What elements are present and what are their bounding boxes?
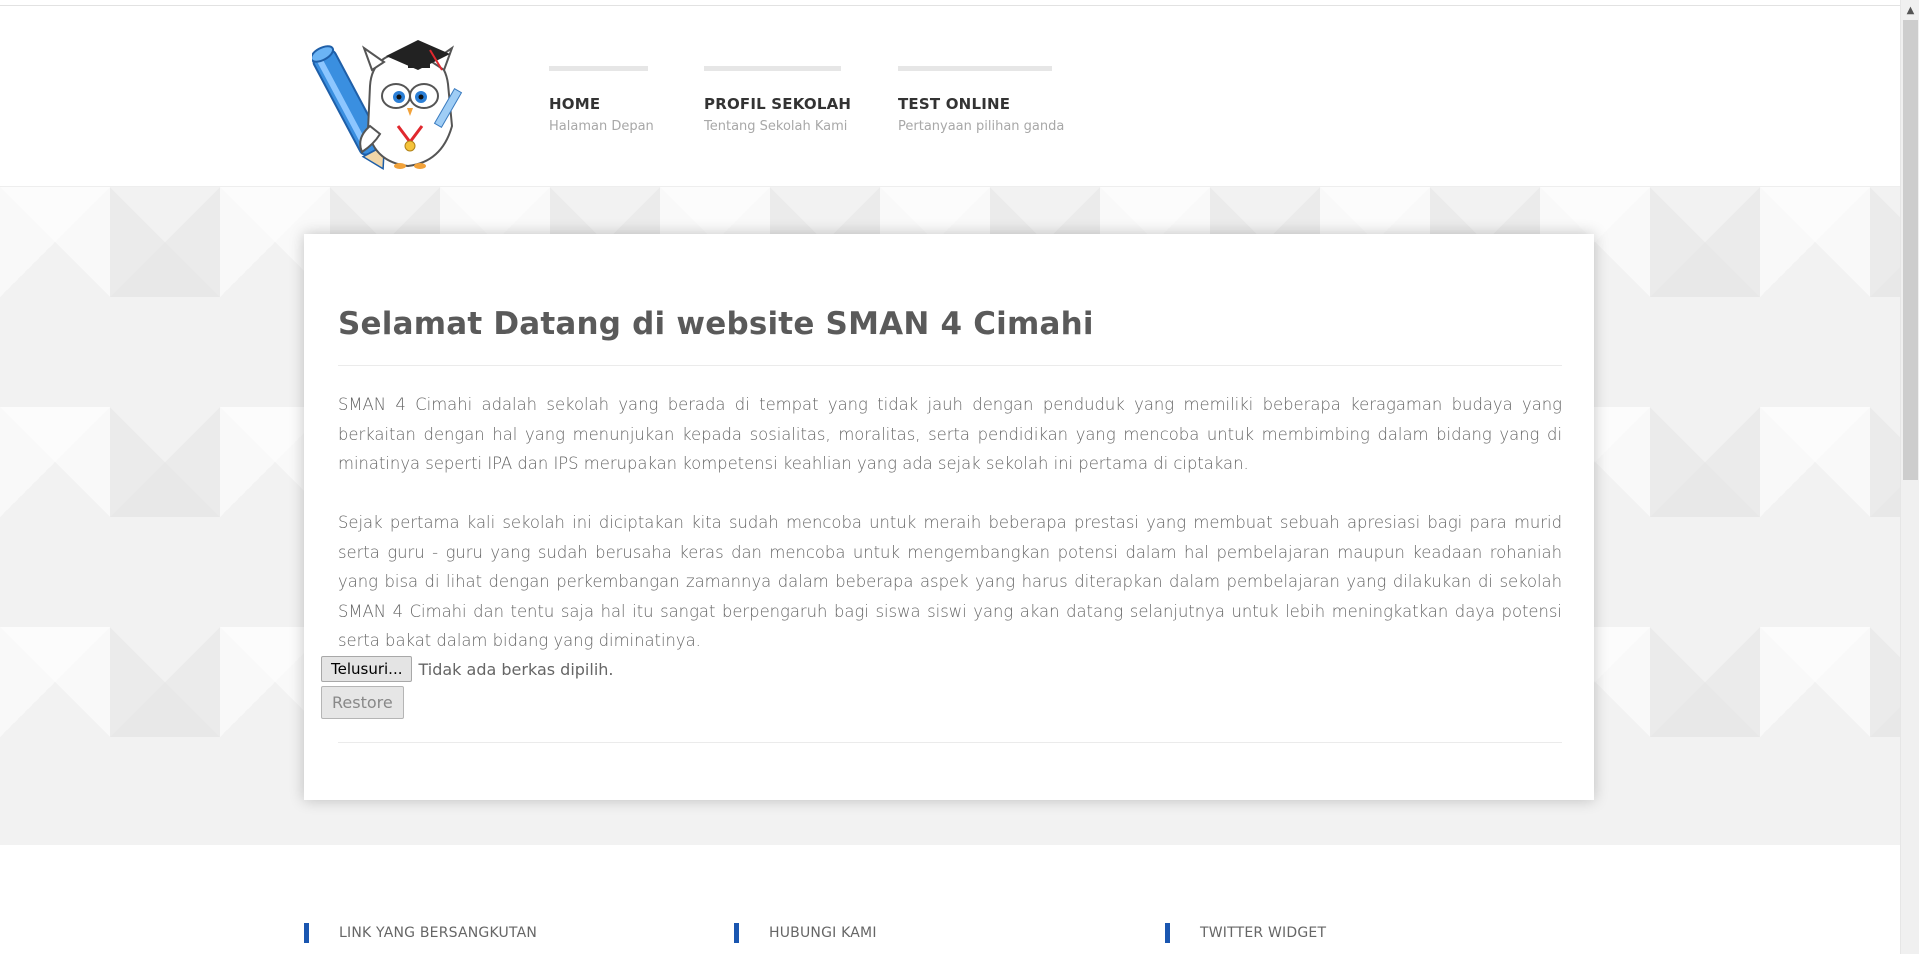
page: HOME Halaman Depan PROFIL SEKOLAH Tentan… [0, 0, 1919, 954]
footer-contact-label: HUBUNGI KAMI [769, 925, 877, 941]
nav-profil-subtitle: Tentang Sekolah Kami [704, 119, 848, 134]
scroll-up-icon[interactable]: ▲ [1901, 2, 1919, 19]
page-title: Selamat Datang di website SMAN 4 Cimahi [338, 306, 1094, 342]
site-header: HOME Halaman Depan PROFIL SEKOLAH Tentan… [0, 6, 1900, 187]
restore-button[interactable]: Restore [321, 686, 404, 719]
intro-paragraph: SMAN 4 Cimahi adalah sekolah yang berada… [338, 395, 1562, 473]
footer-twitter-heading: TWITTER WIDGET [1165, 923, 1326, 943]
footer-twitter-label: TWITTER WIDGET [1200, 925, 1327, 941]
footer-links-label: LINK YANG BERSANGKUTAN [339, 925, 538, 941]
content-card: Selamat Datang di website SMAN 4 Cimahi … [304, 234, 1594, 800]
nav-test-bar [898, 66, 1052, 71]
nav-home-bar [549, 66, 648, 71]
footer-links-heading: LINK YANG BERSANGKUTAN [304, 923, 537, 943]
nav-home[interactable]: HOME Halaman Depan [549, 66, 654, 134]
heading-accent-bar [304, 923, 309, 943]
nav-home-title: HOME [549, 95, 601, 113]
scrollbar-thumb[interactable] [1903, 20, 1918, 480]
school-logo[interactable] [310, 26, 474, 171]
heading-accent-bar [1165, 923, 1170, 943]
file-input: Telusuri... Tidak ada berkas dipilih. [321, 656, 613, 682]
browse-file-button[interactable]: Telusuri... [321, 656, 413, 682]
nav-profil-bar [704, 66, 841, 71]
heading-accent-bar [734, 923, 739, 943]
nav-test-online[interactable]: TEST ONLINE Pertanyaan pilihan ganda [898, 66, 1064, 134]
footer-contact-heading: HUBUNGI KAMI [734, 923, 877, 943]
vertical-scrollbar[interactable]: ▲ [1900, 0, 1919, 954]
history-paragraph: Sejak pertama kali sekolah ini diciptaka… [338, 513, 1562, 650]
nav-profil-sekolah[interactable]: PROFIL SEKOLAH Tentang Sekolah Kami [704, 66, 851, 134]
nav-home-subtitle: Halaman Depan [549, 119, 654, 134]
title-divider [338, 365, 1562, 366]
nav-test-subtitle: Pertanyaan pilihan ganda [898, 119, 1065, 134]
owl-mascot-icon [310, 40, 463, 171]
file-status-text: Tidak ada berkas dipilih. [418, 659, 614, 679]
content-divider [338, 742, 1562, 743]
nav-profil-title: PROFIL SEKOLAH [704, 95, 852, 113]
site-footer: LINK YANG BERSANGKUTAN HUBUNGI KAMI TWIT… [0, 845, 1900, 954]
nav-test-title: TEST ONLINE [898, 95, 1011, 113]
